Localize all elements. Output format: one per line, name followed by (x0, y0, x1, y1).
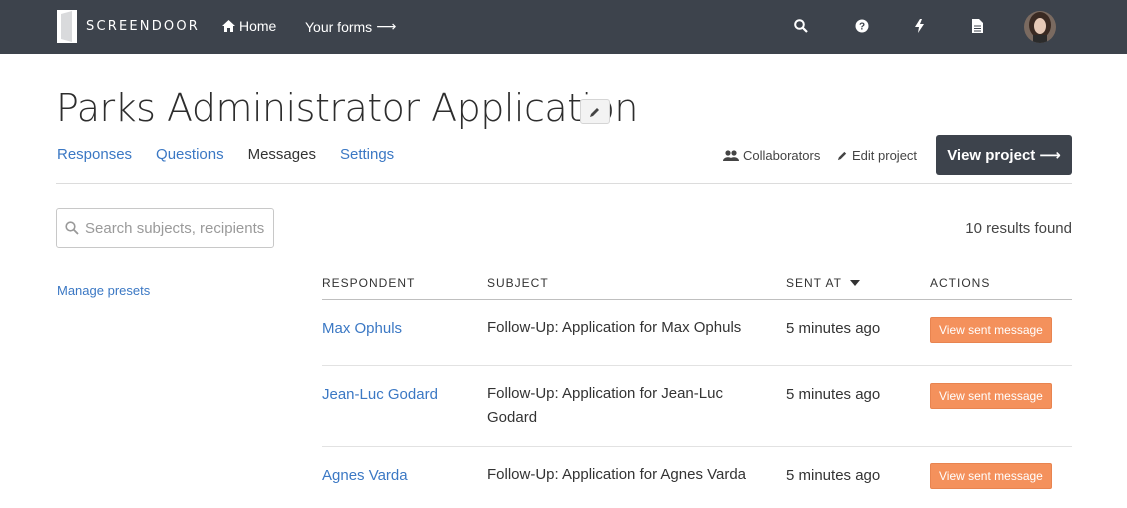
view-project-label: View project (947, 146, 1036, 164)
header-sent-at[interactable]: SENT AT (786, 276, 860, 290)
nav-forms-label: Your forms (305, 18, 373, 35)
header-actions-label: ACTIONS (930, 276, 991, 290)
results-count: 10 results found (965, 220, 1072, 237)
help-icon[interactable]: ? (851, 15, 873, 37)
view-sent-message-button[interactable]: View sent message (930, 463, 1052, 489)
arrow-right-icon: ⟶ (1039, 147, 1061, 164)
respondent-link[interactable]: Max Ophuls (322, 320, 402, 337)
message-subject: Follow-Up: Application for Jean-Luc Goda… (487, 385, 723, 426)
logo-text[interactable]: SCREENDOOR (86, 19, 200, 34)
collaborators-label: Collaborators (743, 148, 821, 163)
header-respondent-label: RESPONDENT (322, 276, 416, 290)
tab-responses[interactable]: Responses (57, 146, 132, 163)
project-tabs: Responses Questions Messages Settings (57, 146, 418, 163)
respondent-link[interactable]: Jean-Luc Godard (322, 386, 438, 403)
table-row: Jean-Luc Godard Follow-Up: Application f… (322, 366, 1072, 447)
collaborators-link[interactable]: Collaborators (723, 148, 820, 163)
edit-project-label: Edit project (852, 148, 918, 163)
page-title: Parks Administrator Application (56, 86, 638, 130)
tab-questions[interactable]: Questions (156, 146, 224, 163)
view-sent-message-button[interactable]: View sent message (930, 317, 1052, 343)
message-subject: Follow-Up: Application for Max Ophuls (487, 319, 742, 336)
document-icon[interactable] (966, 15, 988, 37)
header-divider (56, 183, 1072, 184)
header-sent-at-label: SENT AT (786, 276, 842, 290)
message-search-field[interactable] (56, 208, 274, 248)
manage-presets-link[interactable]: Manage presets (57, 283, 150, 298)
sent-at-time: 5 minutes ago (786, 467, 881, 484)
header-actions: ACTIONS (930, 276, 990, 290)
message-search-input[interactable] (85, 219, 271, 237)
edit-project-link[interactable]: Edit project (837, 148, 917, 163)
tab-settings[interactable]: Settings (340, 146, 394, 163)
messages-table: RESPONDENT SUBJECT SENT AT ACTIONS Max O… (322, 270, 1072, 508)
nav-home-label: Home (239, 18, 277, 34)
table-row: Max Ophuls Follow-Up: Application for Ma… (322, 300, 1072, 366)
nav-home-link[interactable]: Home (222, 18, 276, 34)
tab-messages[interactable]: Messages (248, 146, 316, 163)
view-project-button[interactable]: View project ⟶ (936, 135, 1072, 175)
sent-at-time: 5 minutes ago (786, 320, 881, 337)
view-sent-message-button[interactable]: View sent message (930, 383, 1052, 409)
nav-your-forms-link[interactable]: Your forms ⟶ (305, 18, 396, 35)
home-icon (222, 20, 235, 32)
sent-at-time: 5 minutes ago (786, 386, 881, 403)
header-respondent[interactable]: RESPONDENT (322, 276, 415, 290)
top-navbar: SCREENDOOR Home Your forms ⟶ ? (0, 0, 1127, 54)
users-icon (723, 149, 739, 161)
screendoor-logo-icon[interactable] (57, 10, 77, 43)
user-avatar[interactable] (1024, 11, 1056, 43)
search-icon[interactable] (790, 15, 812, 37)
sort-descending-icon (849, 280, 860, 286)
arrow-right-icon: ⟶ (376, 18, 397, 34)
table-row: Agnes Varda Follow-Up: Application for A… (322, 447, 1072, 508)
edit-title-button[interactable] (580, 99, 610, 124)
pencil-icon (837, 151, 847, 161)
search-icon (65, 221, 79, 235)
table-header: RESPONDENT SUBJECT SENT AT ACTIONS (322, 270, 1072, 300)
message-subject: Follow-Up: Application for Agnes Varda (487, 466, 747, 483)
header-subject[interactable]: SUBJECT (487, 276, 549, 290)
bolt-icon[interactable] (908, 15, 930, 37)
svg-text:?: ? (859, 22, 865, 33)
pencil-icon (590, 107, 599, 117)
respondent-link[interactable]: Agnes Varda (322, 467, 408, 484)
header-subject-label: SUBJECT (487, 276, 549, 290)
